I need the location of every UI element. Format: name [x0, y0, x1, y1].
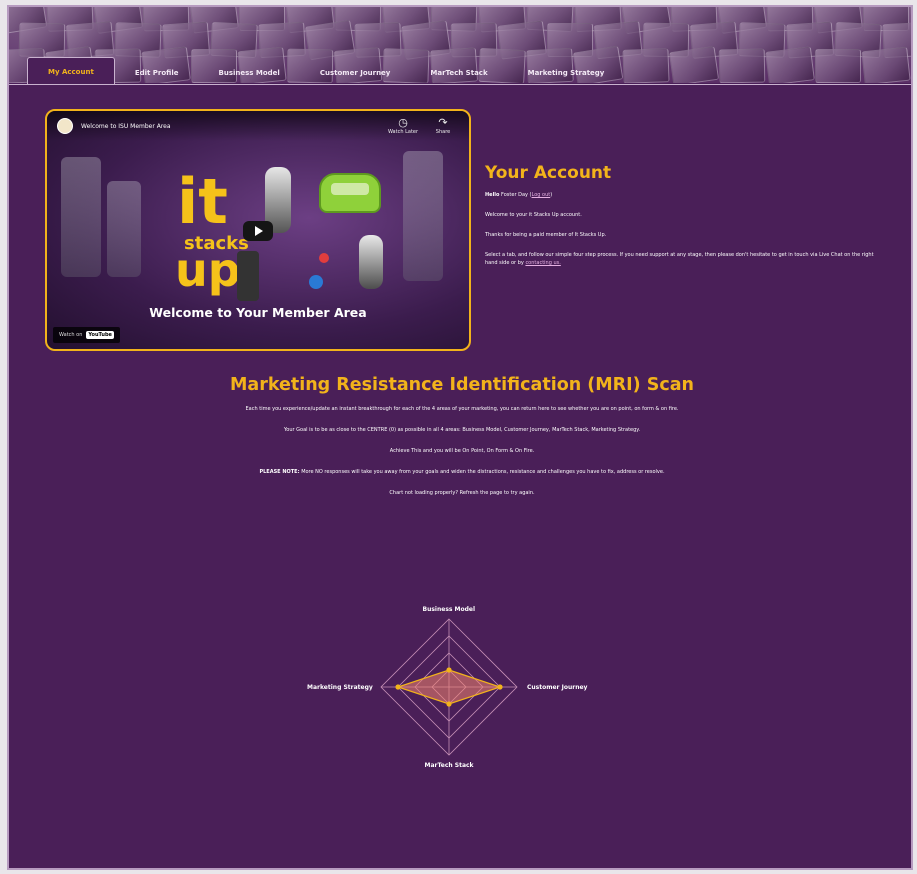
axis-label-marketing-strategy: Marketing Strategy: [307, 683, 373, 691]
axis-label-business-model: Business Model: [422, 605, 476, 613]
collage-photo-tile: [910, 48, 911, 83]
radar-data-point[interactable]: [446, 667, 452, 673]
radar-data-point[interactable]: [497, 684, 503, 690]
axis-label-customer-journey: Customer Journey: [527, 683, 588, 691]
radar-series-area: [396, 669, 502, 705]
radar-data-point[interactable]: [446, 701, 452, 707]
axis-label-martech-stack: MarTech Stack: [424, 761, 474, 769]
radar-data-point[interactable]: [395, 684, 401, 690]
page-frame: My Account Edit Profile Business Model C…: [7, 5, 913, 870]
mri-radar-chart: [380, 618, 518, 756]
